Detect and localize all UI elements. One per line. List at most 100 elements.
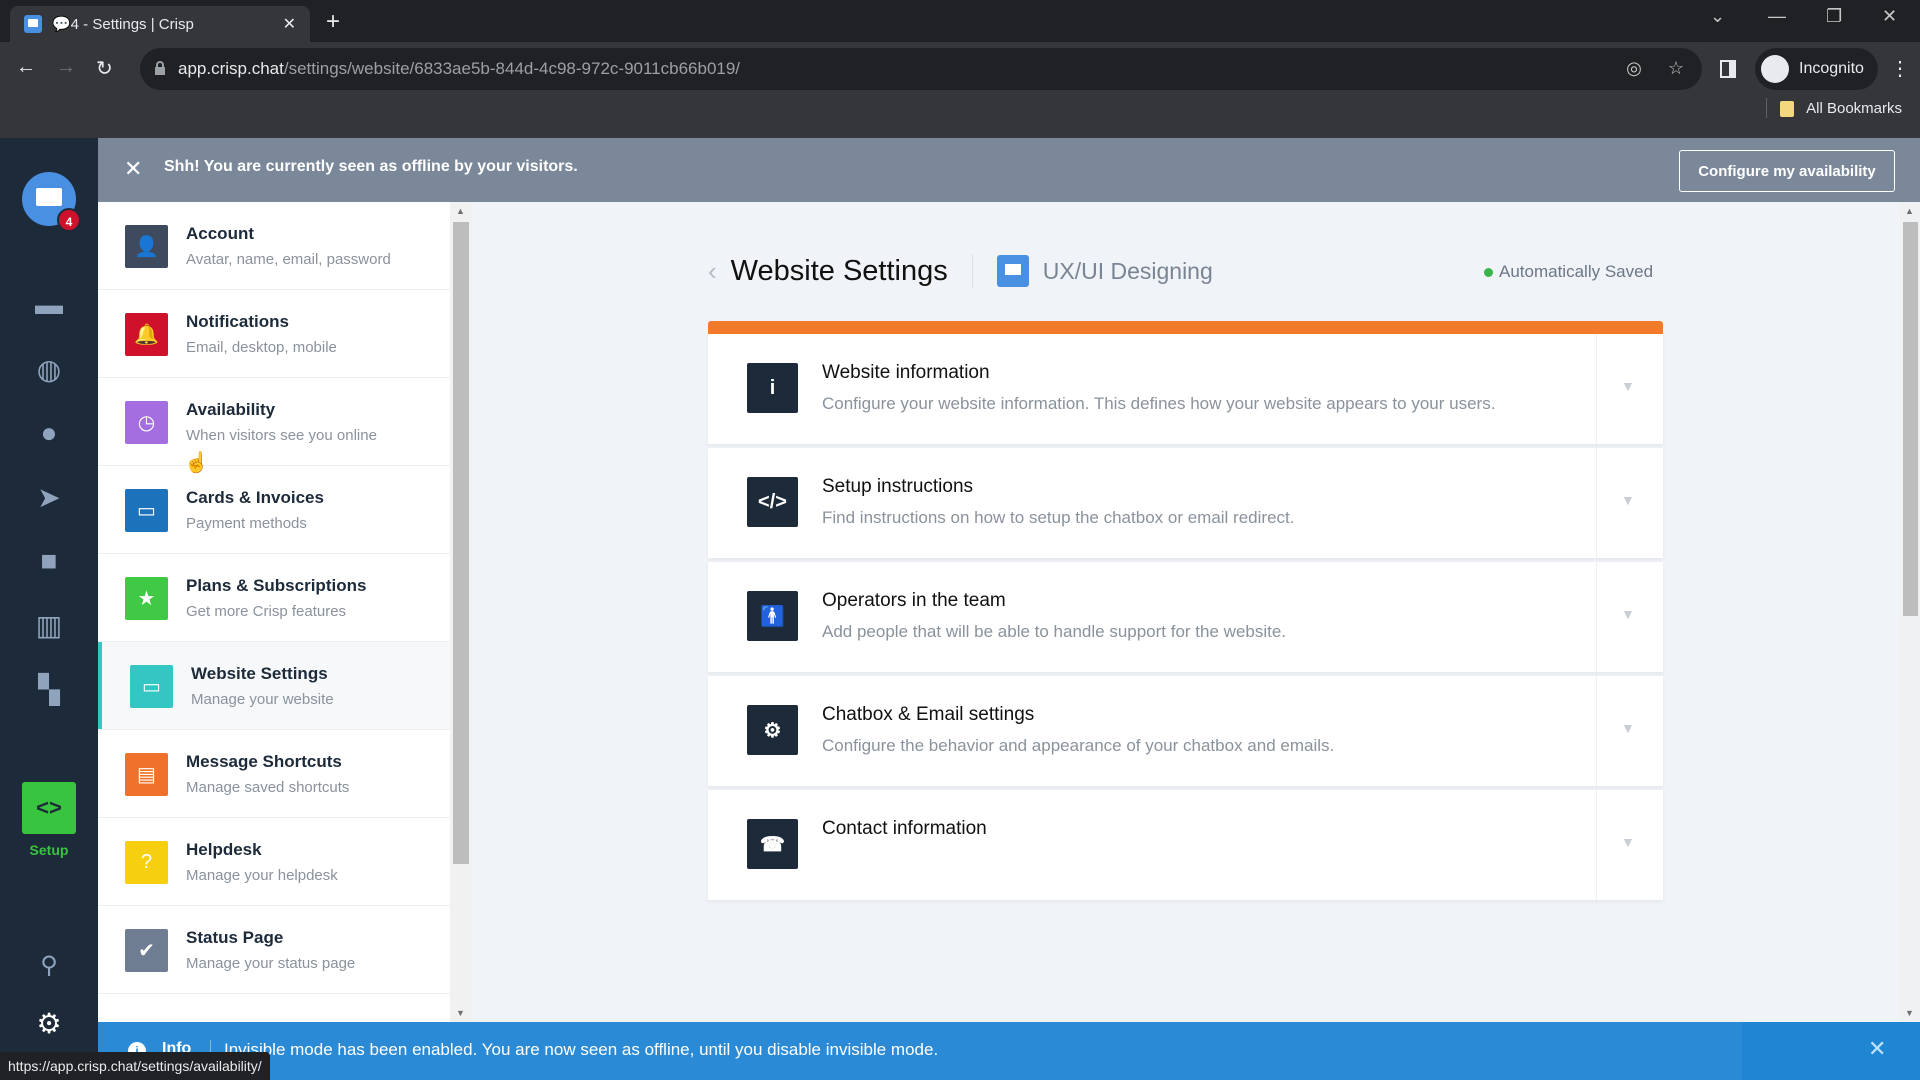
profile-label: Incognito bbox=[1799, 60, 1864, 77]
scroll-thumb[interactable] bbox=[1903, 222, 1918, 616]
settings-item-plans-subscriptions[interactable]: ★ Plans & Subscriptions Get more Crisp f… bbox=[98, 554, 450, 642]
browser-tab[interactable]: 💬4 - Settings | Crisp ✕ bbox=[10, 6, 310, 42]
expand-arrow-icon[interactable]: ▼ bbox=[1621, 834, 1635, 850]
incognito-profile-button[interactable]: Incognito bbox=[1755, 48, 1878, 90]
inbox-chat-icon[interactable]: ▬ bbox=[30, 288, 68, 322]
configure-availability-button[interactable]: Configure my availability bbox=[1679, 150, 1895, 192]
forward-icon[interactable]: → bbox=[56, 56, 76, 79]
settings-item-icon: ▭ bbox=[125, 489, 168, 532]
analytics-chart-icon[interactable]: ▥ bbox=[30, 608, 68, 642]
close-info-icon[interactable]: ✕ bbox=[1868, 1036, 1886, 1062]
close-window-button[interactable]: ✕ bbox=[1882, 6, 1897, 27]
section-title: Website information bbox=[822, 362, 990, 383]
settings-list-scrollbar[interactable]: ▲ ▼ bbox=[450, 202, 472, 1022]
expand-arrow-icon[interactable]: ▼ bbox=[1621, 378, 1635, 394]
settings-item-title: Account bbox=[186, 224, 254, 243]
scroll-down-icon[interactable]: ▼ bbox=[456, 1008, 465, 1018]
plugins-grid-icon[interactable]: ▚ bbox=[30, 672, 68, 706]
restore-button[interactable]: ❐ bbox=[1826, 6, 1842, 27]
close-tab-icon[interactable]: ✕ bbox=[283, 14, 296, 34]
settings-gear-icon[interactable]: ⚙ bbox=[30, 1006, 68, 1040]
main-scrollbar[interactable]: ▲ ▼ bbox=[1900, 202, 1920, 1022]
search-icon[interactable]: ⚲ bbox=[30, 948, 68, 982]
saved-status-text: Automatically Saved bbox=[1499, 262, 1654, 281]
settings-item-icon: ◷ bbox=[125, 401, 168, 444]
section-card-setup-instructions[interactable]: </> Setup instructions Find instructions… bbox=[708, 448, 1663, 558]
settings-item-account[interactable]: 👤 Account Avatar, name, email, password bbox=[98, 202, 450, 290]
back-icon[interactable]: ← bbox=[16, 56, 36, 79]
settings-item-notifications[interactable]: 🔔 Notifications Email, desktop, mobile bbox=[98, 290, 450, 378]
scroll-up-icon[interactable]: ▲ bbox=[1905, 206, 1914, 216]
new-tab-button[interactable]: + bbox=[326, 8, 340, 36]
scroll-up-icon[interactable]: ▲ bbox=[456, 206, 465, 216]
section-card-chatbox-email-settings[interactable]: ⚙ Chatbox & Email settings Configure the… bbox=[708, 676, 1663, 786]
section-card-contact-information[interactable]: ☎ Contact information ▼ bbox=[708, 790, 1663, 900]
unread-badge: 4 bbox=[57, 208, 81, 232]
settings-item-subtitle: Manage your helpdesk bbox=[186, 867, 338, 884]
setup-button[interactable]: <> bbox=[22, 782, 76, 834]
settings-item-title: Status Page bbox=[186, 928, 284, 947]
expand-arrow-icon[interactable]: ▼ bbox=[1621, 606, 1635, 622]
minimize-button[interactable]: — bbox=[1768, 6, 1786, 27]
browser-menu-icon[interactable]: ⋮ bbox=[1890, 56, 1910, 81]
side-panel-icon[interactable] bbox=[1720, 60, 1736, 78]
section-card-website-information[interactable]: i Website information Configure your web… bbox=[708, 334, 1663, 444]
incognito-icon bbox=[1761, 55, 1789, 83]
settings-item-title: Notifications bbox=[186, 312, 289, 331]
settings-item-icon: 🔔 bbox=[125, 313, 168, 356]
settings-item-availability[interactable]: ◷ Availability When visitors see you onl… bbox=[98, 378, 450, 466]
settings-item-subtitle: Manage your status page bbox=[186, 955, 356, 972]
scroll-down-icon[interactable]: ▼ bbox=[1905, 1008, 1914, 1018]
section-divider bbox=[1596, 790, 1597, 900]
reload-icon[interactable]: ↻ bbox=[96, 56, 113, 81]
settings-item-title: Website Settings bbox=[191, 664, 328, 683]
crisp-favicon-icon bbox=[24, 15, 42, 33]
settings-item-website-settings[interactable]: ▭ Website Settings Manage your website bbox=[98, 642, 450, 730]
contacts-icon[interactable]: ● bbox=[30, 416, 68, 450]
section-icon: 🚹 bbox=[747, 591, 798, 641]
settings-item-helpdesk[interactable]: ? Helpdesk Manage your helpdesk bbox=[98, 818, 450, 906]
settings-item-status-page[interactable]: ✔ Status Page Manage your status page bbox=[98, 906, 450, 994]
tab-search-icon[interactable]: ⌄ bbox=[1710, 6, 1725, 27]
section-description: Find instructions on how to setup the ch… bbox=[822, 508, 1295, 527]
crisp-logo-avatar[interactable]: 4 bbox=[22, 172, 81, 232]
settings-item-subtitle: Payment methods bbox=[186, 515, 307, 532]
settings-item-subtitle: Get more Crisp features bbox=[186, 603, 347, 620]
close-banner-icon[interactable]: ✕ bbox=[124, 156, 142, 182]
saved-status-dot bbox=[1484, 267, 1493, 277]
website-icon bbox=[996, 255, 1029, 287]
url-path: /settings/website/6833ae5b-844d-4c98-972… bbox=[283, 59, 741, 78]
scroll-thumb[interactable] bbox=[453, 222, 469, 864]
globe-icon[interactable]: ◍ bbox=[30, 352, 68, 386]
section-card-operators-in-the-team[interactable]: 🚹 Operators in the team Add people that … bbox=[708, 562, 1663, 672]
bookmark-star-icon[interactable]: ☆ bbox=[1668, 58, 1684, 79]
settings-item-icon: 👤 bbox=[125, 225, 168, 268]
all-bookmarks-button[interactable]: All Bookmarks bbox=[1780, 100, 1902, 117]
section-icon: ⚙ bbox=[747, 705, 798, 755]
bookmarks-divider bbox=[1766, 98, 1767, 118]
info-notification-bar: i Info Invisible mode has been enabled. … bbox=[98, 1022, 1920, 1080]
code-icon: <> bbox=[36, 795, 62, 820]
settings-item-cards-invoices[interactable]: ▭ Cards & Invoices Payment methods bbox=[98, 466, 450, 554]
bookmarks-label: All Bookmarks bbox=[1806, 100, 1902, 117]
section-title: Contact information bbox=[822, 818, 987, 839]
campaigns-paper-plane-icon[interactable]: ➤ bbox=[30, 480, 68, 514]
main-content: ‹ Website Settings UX/UI Designing Autom… bbox=[472, 202, 1900, 1022]
url-host: app.crisp.chat bbox=[178, 59, 284, 78]
back-chevron-icon[interactable]: ‹ bbox=[708, 256, 717, 287]
expand-arrow-icon[interactable]: ▼ bbox=[1621, 492, 1635, 508]
address-bar[interactable]: app.crisp.chat/settings/website/6833ae5b… bbox=[140, 48, 1702, 90]
settings-item-icon: ▤ bbox=[125, 753, 168, 796]
tab-title: 💬4 - Settings | Crisp bbox=[52, 16, 194, 33]
settings-item-icon: ▭ bbox=[130, 665, 173, 708]
settings-item-message-shortcuts[interactable]: ▤ Message Shortcuts Manage saved shortcu… bbox=[98, 730, 450, 818]
app-rail: 4 ▬ ◍ ● ➤ ■ ▥ ▚ <> Setup ⚲ ⚙ bbox=[0, 138, 98, 1080]
helpdesk-book-icon[interactable]: ■ bbox=[30, 544, 68, 578]
section-divider bbox=[1596, 562, 1597, 672]
settings-item-subtitle: Avatar, name, email, password bbox=[186, 251, 391, 268]
expand-arrow-icon[interactable]: ▼ bbox=[1621, 720, 1635, 736]
url-text: app.crisp.chat/settings/website/6833ae5b… bbox=[178, 59, 740, 79]
eye-slash-icon[interactable]: ◎ bbox=[1626, 58, 1642, 79]
section-description: Configure your website information. This… bbox=[822, 394, 1496, 413]
website-name: UX/UI Designing bbox=[1042, 257, 1213, 284]
